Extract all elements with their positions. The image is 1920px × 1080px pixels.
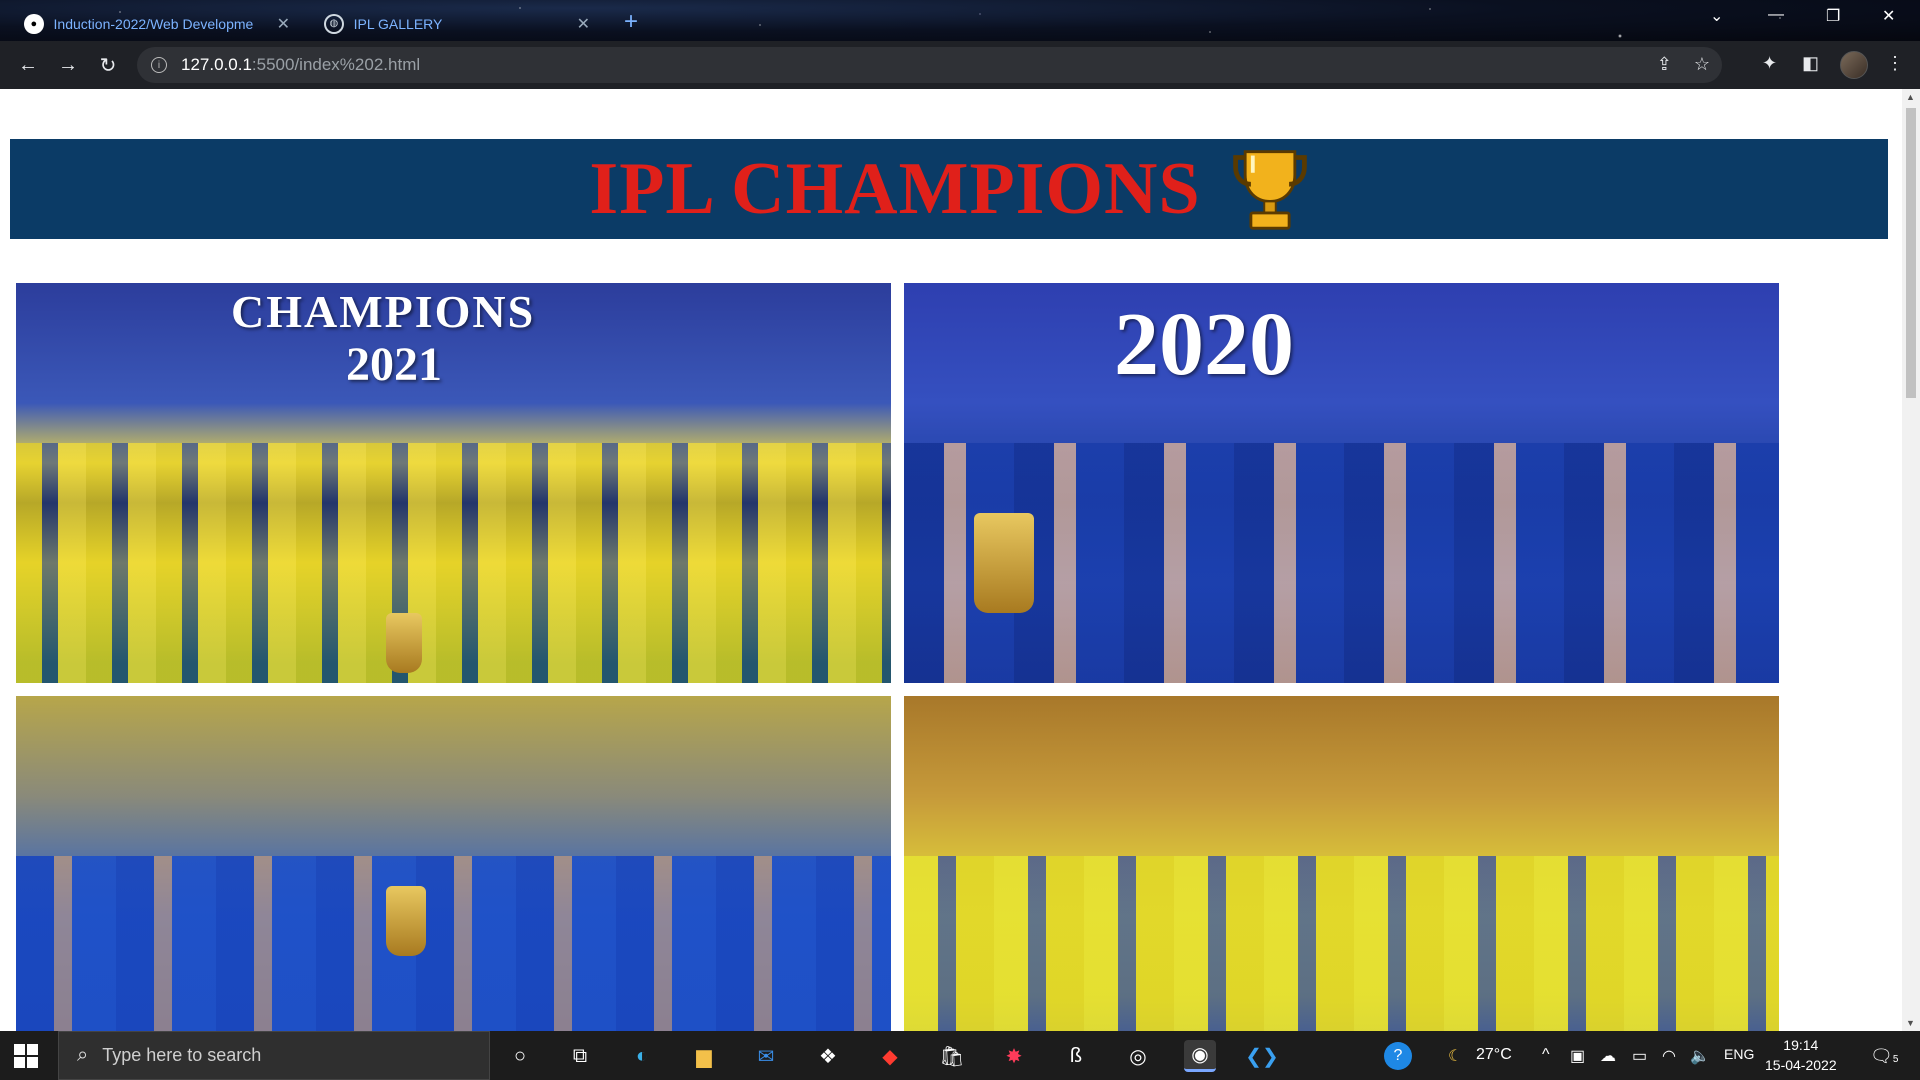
wifi-icon[interactable]: ◠ (1662, 1046, 1676, 1066)
weather-icon[interactable]: ☾ (1448, 1046, 1462, 1066)
cloud-icon[interactable]: ☁ (1600, 1046, 1616, 1066)
github-icon: ● (24, 13, 44, 34)
help-icon[interactable]: ? (1384, 1042, 1412, 1070)
trophy-icon (1232, 150, 1307, 230)
system-clock[interactable]: 19:14 15-04-2022 (1765, 1035, 1837, 1075)
close-icon[interactable]: ✕ (577, 14, 590, 34)
language-indicator[interactable]: ENG (1724, 1046, 1754, 1062)
windows-taskbar: ⌕ Type here to search ○ ⧉ ◐ ▆ ✉ ❖ ◆ 🛍 ✸ … (0, 1031, 1920, 1080)
tab-title: IPL GALLERY (353, 15, 443, 32)
show-hidden-icons[interactable]: ^ (1542, 1046, 1550, 1064)
menu-icon[interactable]: ⋮ (1886, 53, 1904, 74)
taskbar-search[interactable]: ⌕ Type here to search (58, 1031, 490, 1080)
search-icon: ⌕ (77, 1044, 89, 1066)
edge-icon[interactable]: ◐ (626, 1040, 658, 1072)
photo-overlay-year: 2021 (346, 338, 442, 391)
new-tab-button[interactable]: + (624, 8, 638, 36)
mumbai-celebration-photo (16, 696, 891, 1031)
info-icon[interactable]: i (151, 57, 167, 73)
microsoft-store-icon[interactable]: 🛍 (936, 1040, 968, 1072)
browser-toolbar: ← → ↻ i 127.0.0.1:5500/index%202.html ⇪ … (0, 41, 1920, 89)
reload-icon[interactable]: ↻ (94, 51, 122, 79)
forward-icon[interactable]: → (54, 51, 82, 79)
profile-avatar[interactable] (1840, 51, 1868, 79)
scroll-thumb[interactable] (1906, 108, 1916, 398)
close-window-button[interactable]: ✕ (1882, 6, 1895, 26)
task-view-icon[interactable]: ⧉ (564, 1040, 596, 1072)
app-red-icon[interactable]: ✸ (998, 1040, 1030, 1072)
mail-icon[interactable]: ✉ (750, 1040, 782, 1072)
meet-icon[interactable]: ▣ (1570, 1046, 1585, 1066)
back-icon[interactable]: ← (14, 51, 42, 79)
tab-strip: ● Induction-2022/Web Developme ✕ ◍ IPL G… (0, 0, 1920, 41)
scroll-up-icon[interactable]: ▲ (1906, 92, 1915, 102)
restore-button[interactable]: ❐ (1826, 6, 1840, 26)
champions-2020-photo: 2020 (904, 283, 1779, 683)
tab-github[interactable]: ● Induction-2022/Web Developme ✕ (12, 6, 302, 41)
windows-start-icon[interactable] (14, 1044, 38, 1068)
address-bar[interactable]: i 127.0.0.1:5500/index%202.html ⇪ ☆ (137, 47, 1722, 83)
extensions-icon[interactable]: ✦ (1762, 53, 1777, 74)
minimize-button[interactable]: — (1768, 6, 1784, 24)
page-title: IPL CHAMPIONS (589, 147, 1201, 230)
dropbox-icon[interactable]: ❖ (812, 1040, 844, 1072)
github-desktop-icon[interactable]: ◎ (1122, 1040, 1154, 1072)
battery-icon[interactable]: ▭ (1632, 1046, 1647, 1066)
share-icon[interactable]: ⇪ (1657, 54, 1672, 75)
scroll-down-icon[interactable]: ▼ (1906, 1018, 1915, 1028)
anydesk-icon[interactable]: ◆ (874, 1040, 906, 1072)
cortana-icon[interactable]: ○ (504, 1040, 536, 1072)
search-placeholder: Type here to search (102, 1045, 262, 1065)
chennai-celebration-photo (904, 696, 1779, 1031)
photo-overlay-year: 2020 (1114, 295, 1294, 394)
page-viewport: IPL CHAMPIONS CHAMPIONS 2021 2020 (0, 89, 1902, 1031)
tab-ipl-gallery[interactable]: ◍ IPL GALLERY ✕ (312, 6, 602, 41)
tab-search-icon[interactable]: ⌄ (1710, 6, 1723, 26)
page-banner: IPL CHAMPIONS (10, 139, 1888, 239)
side-panel-icon[interactable]: ◧ (1802, 53, 1819, 74)
file-explorer-icon[interactable]: ▆ (688, 1040, 720, 1072)
tab-title: Induction-2022/Web Developme (53, 15, 254, 32)
close-icon[interactable]: ✕ (277, 14, 290, 34)
globe-icon: ◍ (324, 13, 344, 34)
url-text: 127.0.0.1:5500/index%202.html (181, 55, 421, 74)
champions-2021-photo: CHAMPIONS 2021 (16, 283, 891, 683)
bookmark-star-icon[interactable]: ☆ (1694, 54, 1710, 75)
weather-temperature[interactable]: 27°C (1476, 1046, 1512, 1064)
photo-overlay-title: CHAMPIONS (231, 286, 536, 337)
chrome-icon[interactable]: ◉ (1184, 1040, 1216, 1072)
notification-icon[interactable]: 🗨5 (1870, 1046, 1898, 1067)
page-scrollbar[interactable]: ▲ ▼ (1902, 89, 1920, 1031)
volume-icon[interactable]: 🔈 (1690, 1046, 1710, 1066)
app-b-icon[interactable]: ß (1060, 1040, 1092, 1072)
vscode-icon[interactable]: ❮❯ (1245, 1040, 1279, 1072)
